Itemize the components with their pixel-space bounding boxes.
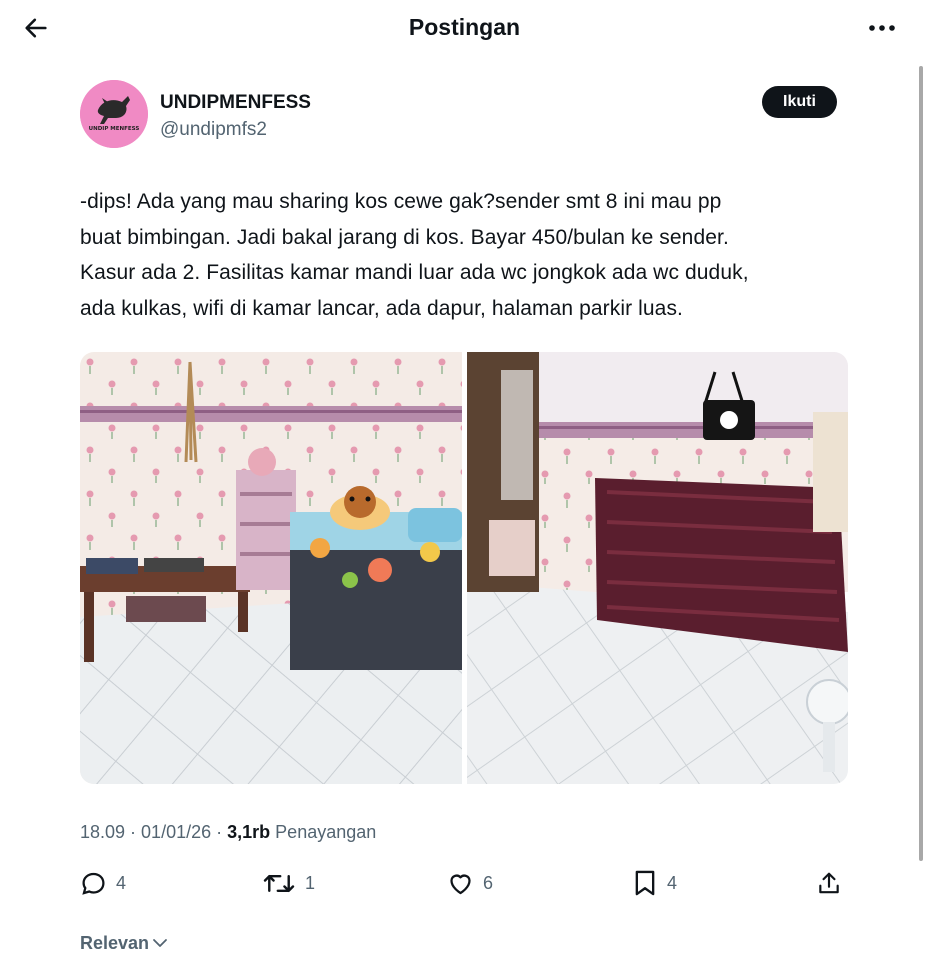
top-bar: Postingan <box>0 0 929 56</box>
share-button[interactable] <box>816 868 842 898</box>
follow-button[interactable]: Ikuti <box>762 86 837 118</box>
post-photo-1[interactable] <box>80 352 462 784</box>
reply-sort-dropdown[interactable]: Relevan <box>80 931 168 955</box>
post-text-line: -dips! Ada yang mau sharing kos cewe gak… <box>80 190 722 213</box>
post-meta: 18.09 · 01/01/26 · 3,1rb Penayangan <box>80 820 376 844</box>
reply-count: 4 <box>116 872 127 893</box>
post-date[interactable]: 01/01/26 <box>141 822 211 842</box>
share-icon <box>819 872 839 893</box>
reply-button[interactable]: 4 <box>80 868 126 898</box>
bookmark-button[interactable]: 4 <box>632 868 677 898</box>
meta-separator: · <box>211 822 228 842</box>
sort-label: Relevan <box>80 933 150 953</box>
bookmark-count: 4 <box>667 872 678 893</box>
more-options-button[interactable] <box>862 12 902 44</box>
avatar[interactable]: UNDIP MENFESS <box>80 80 148 148</box>
author-handle[interactable]: @undipmfs2 <box>160 118 267 142</box>
meta-separator: · <box>125 822 142 842</box>
post-text-line: ada kulkas, wifi di kamar lancar, ada da… <box>80 296 683 320</box>
views-label: Penayangan <box>275 822 377 842</box>
chevron-down-icon <box>153 939 167 947</box>
reply-icon <box>82 872 105 895</box>
repost-button[interactable]: 1 <box>262 868 315 898</box>
repost-icon <box>263 874 295 892</box>
like-button[interactable]: 6 <box>447 868 493 898</box>
avatar-logo-text: UNDIP MENFESS <box>89 126 140 132</box>
author-display-name[interactable]: UNDIPMENFESS <box>160 91 311 115</box>
bookmark-icon <box>635 870 655 896</box>
post-time[interactable]: 18.09 <box>80 822 125 842</box>
post-text-line: buat bimbingan. Jadi bakal jarang di kos… <box>80 225 729 249</box>
post-text-line: Kasur ada 2. Fasilitas kamar mandi luar … <box>80 261 749 284</box>
repost-count: 1 <box>305 872 316 893</box>
post-text: -dips! Ada yang mau sharing kos cewe gak… <box>80 184 860 326</box>
post-photo-2[interactable] <box>467 352 848 784</box>
page-title: Postingan <box>408 14 521 40</box>
like-count: 6 <box>483 872 494 893</box>
views-count: 3,1rb <box>227 822 271 842</box>
scrollbar[interactable] <box>919 66 923 861</box>
heart-icon <box>450 874 471 894</box>
more-horizontal-icon <box>869 25 895 31</box>
